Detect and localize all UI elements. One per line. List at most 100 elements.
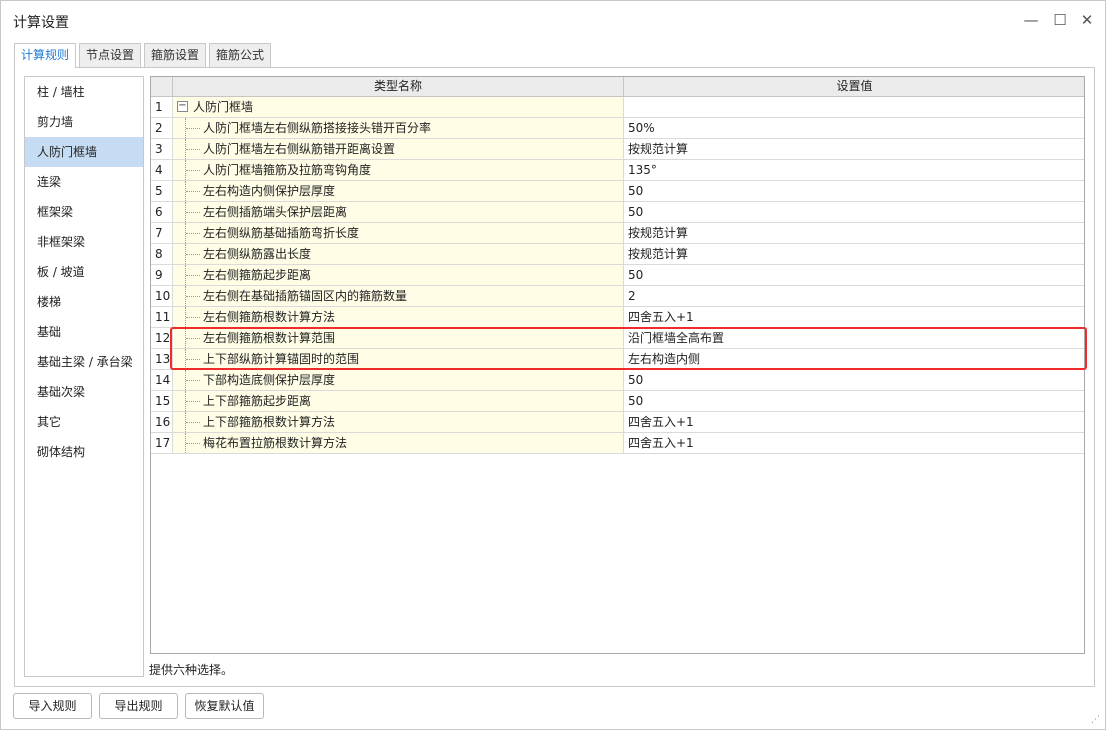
setting-value[interactable]: 按规范计算 xyxy=(624,139,1084,159)
value-cell[interactable] xyxy=(624,97,1084,117)
sidebar-item-slab-ramp[interactable]: 板 / 坡道 xyxy=(25,257,143,287)
name-cell: 左右侧箍筋起步距离 xyxy=(173,265,624,285)
sidebar-item-column[interactable]: 柱 / 墙柱 xyxy=(25,77,143,107)
table-row[interactable]: 11 左右侧箍筋根数计算方法 四舍五入+1 xyxy=(151,307,1084,328)
name-cell: 左右侧纵筋露出长度 xyxy=(173,244,624,264)
header-row-number xyxy=(151,77,173,97)
setting-value[interactable]: 50 xyxy=(624,181,1084,201)
setting-value[interactable]: 2 xyxy=(624,286,1084,306)
tree-connector xyxy=(185,391,201,411)
setting-value[interactable]: 50 xyxy=(624,391,1084,411)
tab-node-settings[interactable]: 节点设置 xyxy=(79,43,142,67)
sidebar-item-foundation-secondary-beam[interactable]: 基础次梁 xyxy=(25,377,143,407)
tree-connector xyxy=(185,412,201,432)
row-number: 3 xyxy=(151,139,173,159)
sidebar-item-foundation[interactable]: 基础 xyxy=(25,317,143,347)
table-row[interactable]: 14 下部构造底侧保护层厚度 50 xyxy=(151,370,1084,391)
table-row[interactable]: 2 人防门框墙左右侧纵筋搭接接头错开百分率 50% xyxy=(151,118,1084,139)
tab-stirrup-formula[interactable]: 箍筋公式 xyxy=(209,43,272,67)
sidebar-item-frame-beam[interactable]: 框架梁 xyxy=(25,197,143,227)
table-row[interactable]: 7 左右侧纵筋基础插筋弯折长度 按规范计算 xyxy=(151,223,1084,244)
name-cell: 下部构造底侧保护层厚度 xyxy=(173,370,624,390)
sidebar-item-coupling-beam[interactable]: 连梁 xyxy=(25,167,143,197)
name-cell: 左右侧纵筋基础插筋弯折长度 xyxy=(173,223,624,243)
tree-connector xyxy=(185,349,201,369)
window-title: 计算设置 xyxy=(13,15,69,31)
row-number: 2 xyxy=(151,118,173,138)
tree-connector xyxy=(185,307,201,327)
row-number: 15 xyxy=(151,391,173,411)
table-row[interactable]: 3 人防门框墙左右侧纵筋错开距离设置 按规范计算 xyxy=(151,139,1084,160)
tree-connector xyxy=(185,265,201,285)
tab-calc-rules[interactable]: 计算规则 xyxy=(14,43,77,68)
setting-name: 人防门框墙左右侧纵筋错开距离设置 xyxy=(203,142,396,156)
tab-stirrup-settings[interactable]: 箍筋设置 xyxy=(144,43,207,67)
setting-value[interactable]: 50 xyxy=(624,202,1084,222)
row-number: 4 xyxy=(151,160,173,180)
tab-panel: 柱 / 墙柱 剪力墙 人防门框墙 连梁 框架梁 非框架梁 板 / 坡道 楼梯 基… xyxy=(14,67,1095,687)
tab-bar: 计算规则 节点设置 箍筋设置 箍筋公式 xyxy=(14,43,274,68)
table-row[interactable]: 9 左右侧箍筋起步距离 50 xyxy=(151,265,1084,286)
restore-defaults-button[interactable]: 恢复默认值 xyxy=(185,693,264,719)
tree-connector xyxy=(185,139,201,159)
name-cell: 上下部箍筋起步距离 xyxy=(173,391,624,411)
sidebar-item-shear-wall[interactable]: 剪力墙 xyxy=(25,107,143,137)
setting-name: 左右侧箍筋起步距离 xyxy=(203,268,312,282)
tree-connector xyxy=(185,223,201,243)
row-number: 13 xyxy=(151,349,173,369)
setting-name: 左右构造内侧保护层厚度 xyxy=(203,184,336,198)
row-number: 11 xyxy=(151,307,173,327)
header-type-name[interactable]: 类型名称 xyxy=(173,77,624,97)
setting-name: 左右侧纵筋露出长度 xyxy=(203,247,312,261)
setting-value[interactable]: 左右构造内侧 xyxy=(624,349,1084,369)
setting-value[interactable]: 四舍五入+1 xyxy=(624,307,1084,327)
table-row-group[interactable]: 1 − 人防门框墙 xyxy=(151,97,1084,118)
sidebar-item-other[interactable]: 其它 xyxy=(25,407,143,437)
table-row[interactable]: 15 上下部箍筋起步距离 50 xyxy=(151,391,1084,412)
collapse-icon[interactable]: − xyxy=(177,101,188,112)
name-cell: 人防门框墙左右侧纵筋错开距离设置 xyxy=(173,139,624,159)
row-number: 14 xyxy=(151,370,173,390)
row-number: 9 xyxy=(151,265,173,285)
table-row[interactable]: 13 上下部纵筋计算锚固时的范围 左右构造内侧 xyxy=(151,349,1084,370)
table-row[interactable]: 16 上下部箍筋根数计算方法 四舍五入+1 xyxy=(151,412,1084,433)
tree-connector xyxy=(185,244,201,264)
row-number: 7 xyxy=(151,223,173,243)
setting-value[interactable]: 四舍五入+1 xyxy=(624,433,1084,453)
name-cell: 人防门框墙左右侧纵筋搭接接头错开百分率 xyxy=(173,118,624,138)
setting-value[interactable]: 沿门框墙全高布置 xyxy=(624,328,1084,348)
sidebar-item-non-frame-beam[interactable]: 非框架梁 xyxy=(25,227,143,257)
table-row[interactable]: 5 左右构造内侧保护层厚度 50 xyxy=(151,181,1084,202)
sidebar-item-stair[interactable]: 楼梯 xyxy=(25,287,143,317)
maximize-icon[interactable]: ☐ xyxy=(1048,9,1072,31)
table-row[interactable]: 4 人防门框墙箍筋及拉筋弯钩角度 135° xyxy=(151,160,1084,181)
setting-value[interactable]: 50% xyxy=(624,118,1084,138)
sidebar-item-masonry[interactable]: 砌体结构 xyxy=(25,437,143,467)
name-cell: 人防门框墙箍筋及拉筋弯钩角度 xyxy=(173,160,624,180)
name-cell: 左右侧箍筋根数计算范围 xyxy=(173,328,624,348)
setting-name: 左右侧插筋端头保护层距离 xyxy=(203,205,348,219)
table-row[interactable]: 10 左右侧在基础插筋锚固区内的箍筋数量 2 xyxy=(151,286,1084,307)
sidebar-item-foundation-main-beam[interactable]: 基础主梁 / 承台梁 xyxy=(25,347,143,377)
close-icon[interactable]: ✕ xyxy=(1075,9,1099,31)
setting-name: 左右侧箍筋根数计算范围 xyxy=(203,331,336,345)
table-row[interactable]: 12 左右侧箍筋根数计算范围 沿门框墙全高布置 xyxy=(151,328,1084,349)
setting-value[interactable]: 按规范计算 xyxy=(624,223,1084,243)
table-row[interactable]: 8 左右侧纵筋露出长度 按规范计算 xyxy=(151,244,1084,265)
sidebar-item-civil-defense-door-frame-wall[interactable]: 人防门框墙 xyxy=(25,137,143,167)
import-rules-button[interactable]: 导入规则 xyxy=(13,693,92,719)
settings-grid: 类型名称 设置值 1 − 人防门框墙 2 人防门框墙左右侧纵筋搭接接头错开百分率 5… xyxy=(150,76,1085,654)
name-cell: 左右侧插筋端头保护层距离 xyxy=(173,202,624,222)
setting-value[interactable]: 135° xyxy=(624,160,1084,180)
export-rules-button[interactable]: 导出规则 xyxy=(99,693,178,719)
table-row[interactable]: 6 左右侧插筋端头保护层距离 50 xyxy=(151,202,1084,223)
setting-value[interactable]: 50 xyxy=(624,265,1084,285)
minimize-icon[interactable]: — xyxy=(1019,9,1043,31)
header-setting-value[interactable]: 设置值 xyxy=(624,77,1084,97)
setting-value[interactable]: 50 xyxy=(624,370,1084,390)
table-row[interactable]: 17 梅花布置拉筋根数计算方法 四舍五入+1 xyxy=(151,433,1084,454)
setting-value[interactable]: 按规范计算 xyxy=(624,244,1084,264)
resize-grip-icon[interactable]: ⋰ xyxy=(1091,715,1101,725)
name-cell: 左右构造内侧保护层厚度 xyxy=(173,181,624,201)
setting-value[interactable]: 四舍五入+1 xyxy=(624,412,1084,432)
